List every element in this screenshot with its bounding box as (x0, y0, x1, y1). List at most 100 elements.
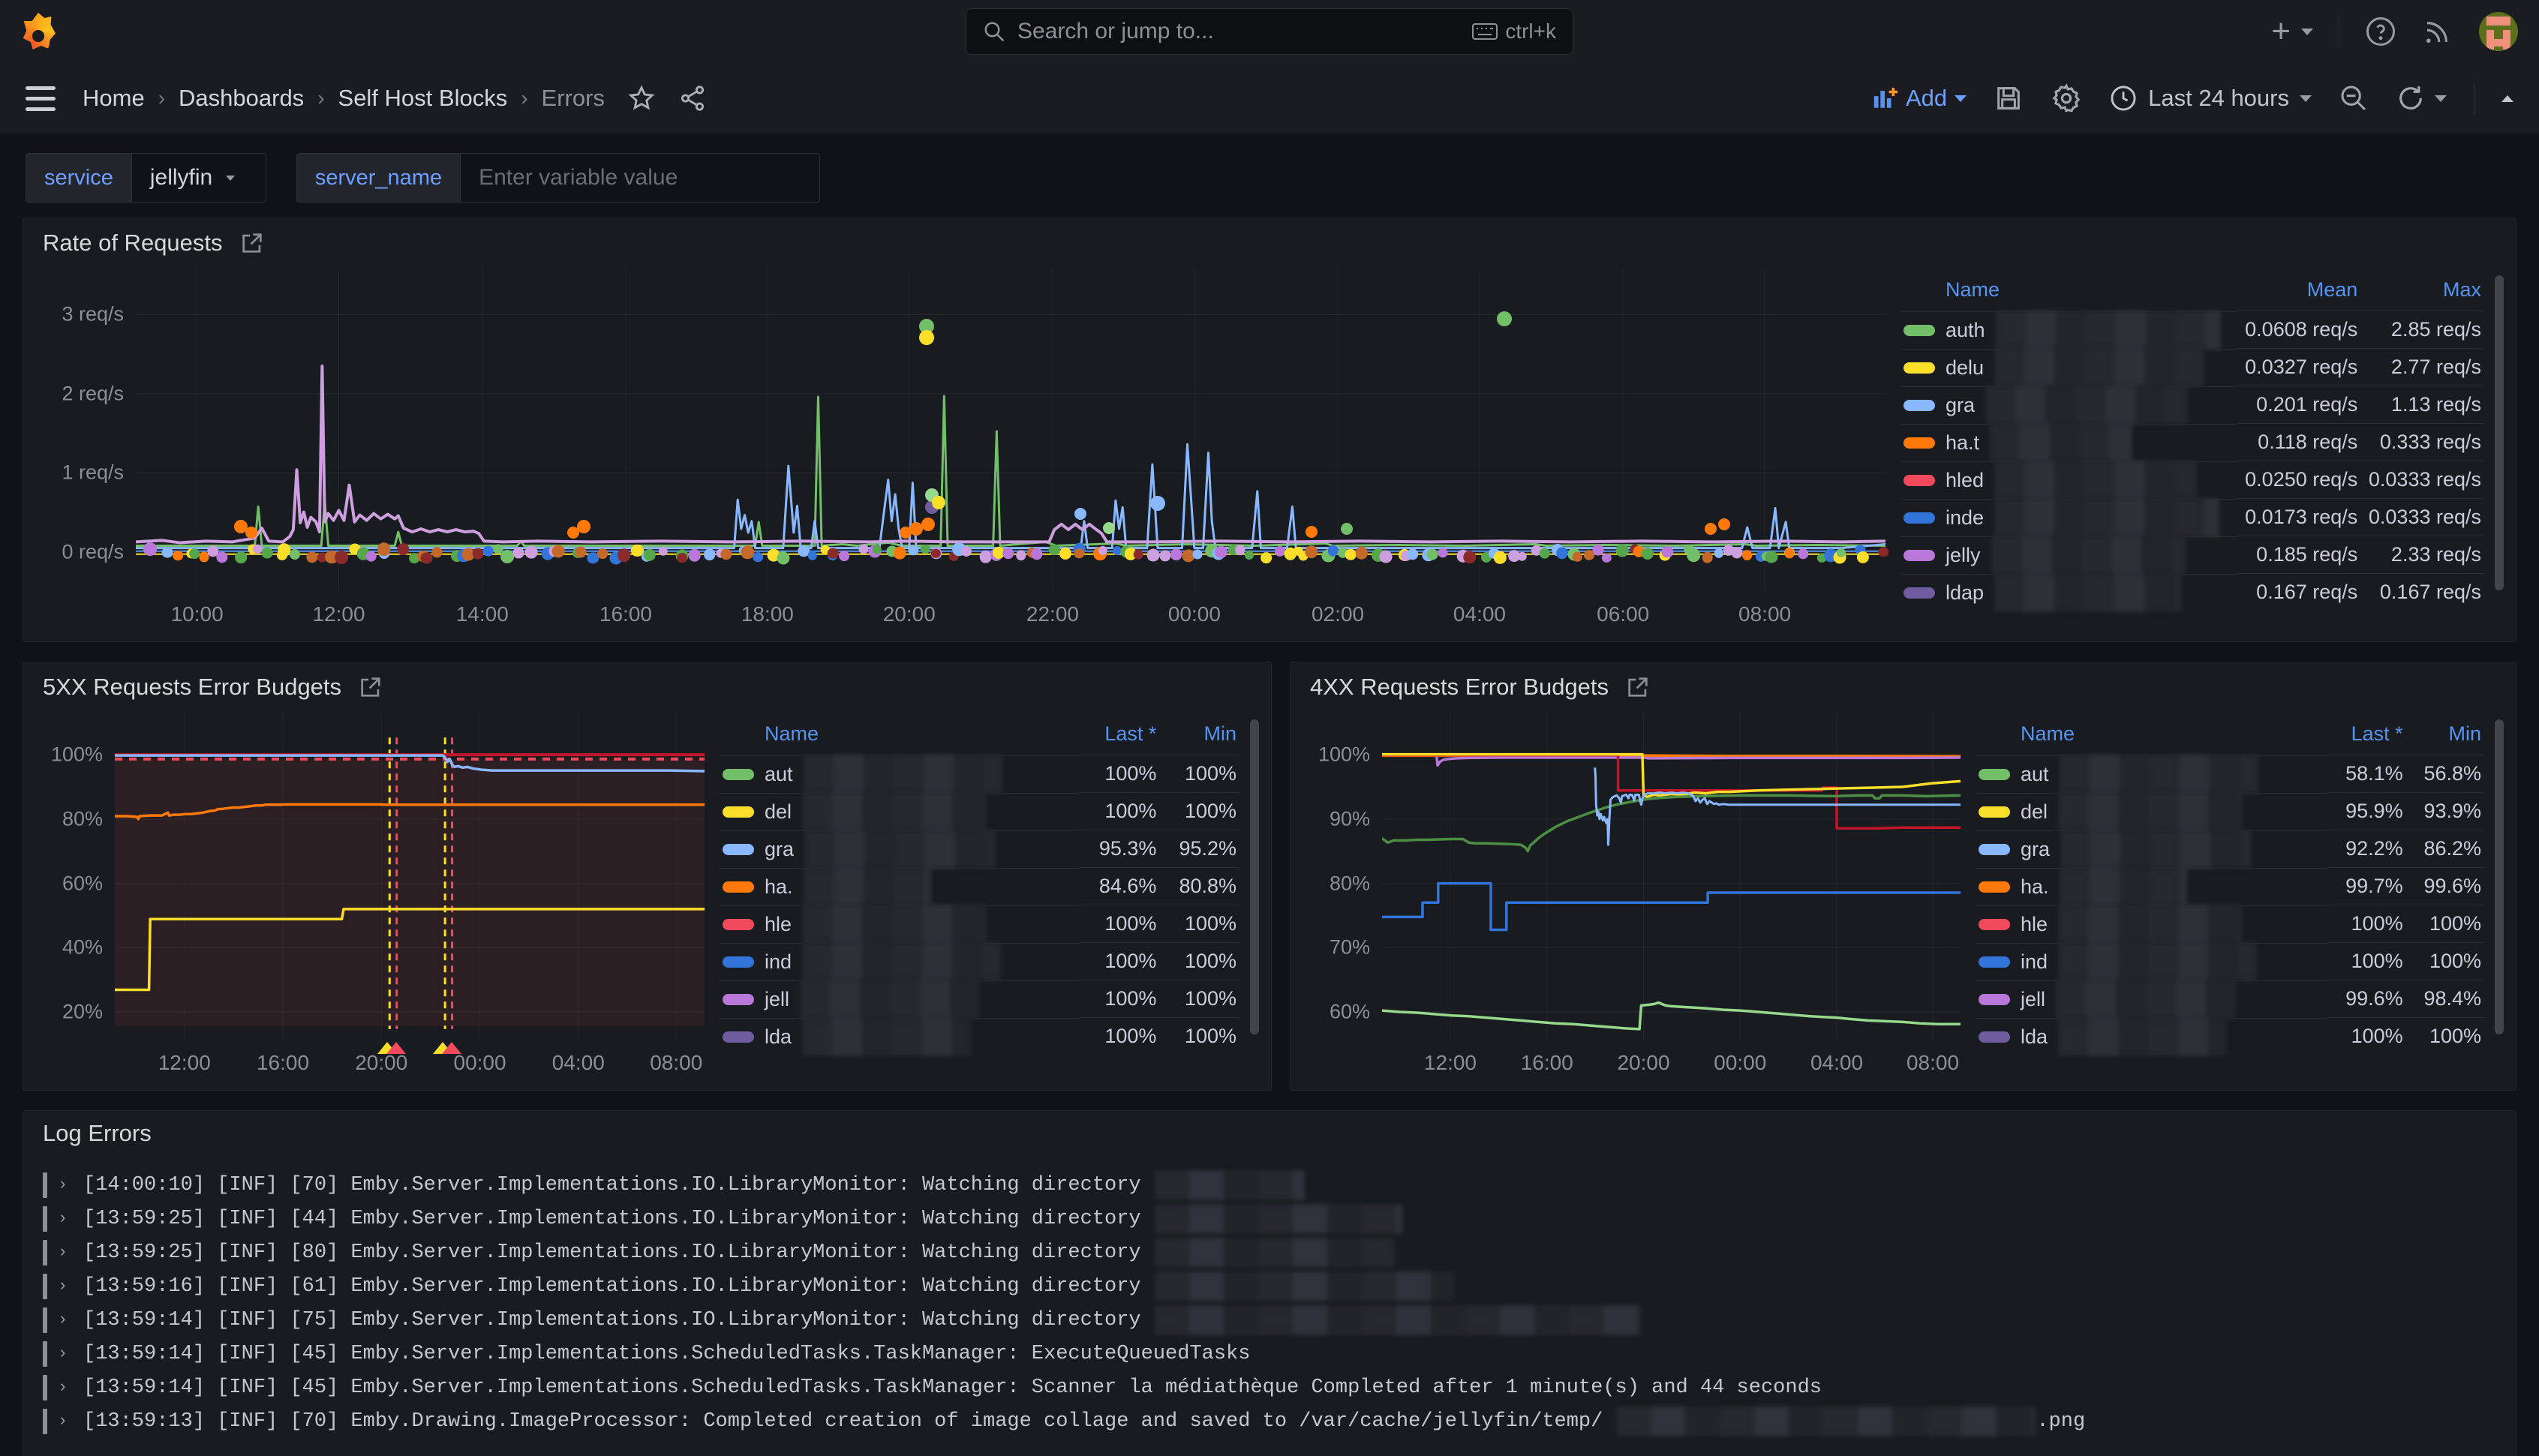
log-row[interactable]: ›[13:59:16] [INF] [61] Emby.Server.Imple… (43, 1269, 2496, 1303)
legend-row[interactable]: hled0.0250 req/s0.0333 req/s (1900, 461, 2484, 499)
save-icon[interactable] (1994, 83, 2024, 113)
expand-log-icon[interactable]: › (58, 1243, 73, 1262)
legend-row[interactable]: auth0.0608 req/s2.85 req/s (1900, 311, 2484, 349)
legend-row[interactable]: gra95.3%95.2% (720, 830, 1239, 868)
settings-gear-icon[interactable] (2051, 83, 2082, 114)
news-icon[interactable] (2422, 16, 2453, 47)
series-name: del (765, 800, 792, 824)
expand-log-icon[interactable]: › (58, 1277, 73, 1295)
grafana-logo[interactable] (21, 13, 56, 50)
help-icon[interactable] (2365, 16, 2396, 47)
plot-area[interactable] (1382, 712, 1961, 1042)
legend-column-header[interactable]: Max (2360, 274, 2484, 311)
log-row[interactable]: ›[13:59:14] [INF] [75] Emby.Server.Imple… (43, 1303, 2496, 1337)
expand-log-icon[interactable]: › (58, 1344, 73, 1363)
legend-row[interactable]: jell100%100% (720, 980, 1239, 1018)
new-button[interactable]: + (2271, 13, 2313, 50)
variable-server-name-input[interactable] (479, 165, 801, 191)
series-color-chip (723, 956, 754, 968)
data-point (597, 548, 608, 559)
data-point (513, 547, 524, 558)
refresh-button[interactable] (2396, 83, 2447, 113)
variable-service-select[interactable]: jellyfin (131, 153, 266, 203)
external-link-icon[interactable] (239, 230, 265, 256)
legend-row[interactable]: del95.9%93.9% (1976, 793, 2484, 830)
legend-row[interactable]: lda100%100% (720, 1018, 1239, 1055)
panel-title[interactable]: Rate of Requests (43, 230, 223, 257)
legend-row[interactable]: ha.t0.118 req/s0.333 req/s (1900, 424, 2484, 461)
log-row[interactable]: ›[13:59:14] [INF] [45] Emby.Server.Imple… (43, 1370, 2496, 1404)
legend-row[interactable]: gra92.2%86.2% (1976, 830, 2484, 868)
add-button[interactable]: Add (1871, 85, 1967, 112)
external-link-icon[interactable] (1625, 674, 1651, 700)
err5xx-chart[interactable]: 100%80%60%40%20%12:0016:0020:0000:0004:0… (31, 712, 705, 1081)
data-point (162, 547, 173, 558)
legend-row[interactable]: aut58.1%56.8% (1976, 755, 2484, 793)
series-name: ha. (2021, 875, 2049, 899)
expand-log-icon[interactable]: › (58, 1310, 73, 1329)
legend-row[interactable]: aut100%100% (720, 755, 1239, 793)
expand-log-icon[interactable]: › (58, 1209, 73, 1228)
plot-area[interactable] (115, 712, 705, 1042)
breadcrumb-folder[interactable]: Self Host Blocks (338, 85, 508, 112)
panel-title[interactable]: Log Errors (43, 1120, 152, 1147)
legend-scrollbar[interactable] (2495, 719, 2504, 1034)
log-row[interactable]: ›[13:59:25] [INF] [80] Emby.Server.Imple… (43, 1235, 2496, 1269)
time-range-picker[interactable]: Last 24 hours (2109, 84, 2312, 113)
legend-scrollbar[interactable] (1250, 719, 1259, 1034)
collapse-toolbar-icon[interactable] (2501, 95, 2513, 102)
panel-title[interactable]: 4XX Requests Error Budgets (1310, 674, 1609, 701)
legend-row[interactable]: delu0.0327 req/s2.77 req/s (1900, 349, 2484, 386)
legend-column-header[interactable]: Name (720, 718, 1080, 755)
legend-value: 0.201 req/s (2237, 386, 2361, 424)
x-tick-label: 22:00 (1026, 602, 1079, 626)
legend-row[interactable]: hle100%100% (1976, 905, 2484, 943)
share-icon[interactable] (678, 84, 707, 113)
panel-title[interactable]: 5XX Requests Error Budgets (43, 674, 341, 701)
user-avatar[interactable] (2479, 12, 2518, 51)
err4xx-chart[interactable]: 100%90%80%70%60%12:0016:0020:0000:0004:0… (1298, 712, 1961, 1081)
log-row[interactable]: ›[14:00:10] [INF] [70] Emby.Server.Imple… (43, 1168, 2496, 1202)
expand-log-icon[interactable]: › (58, 1378, 73, 1397)
log-row[interactable]: ›[13:59:25] [INF] [44] Emby.Server.Imple… (43, 1202, 2496, 1235)
legend-row[interactable]: jelly0.185 req/s2.33 req/s (1900, 536, 2484, 574)
legend-row[interactable]: ha.99.7%99.6% (1976, 868, 2484, 905)
legend-value: 0.0327 req/s (2237, 349, 2361, 386)
expand-log-icon[interactable]: › (58, 1412, 73, 1430)
breadcrumb-home[interactable]: Home (83, 85, 145, 112)
log-row[interactable]: ›[13:59:13] [INF] [70] Emby.Drawing.Imag… (43, 1404, 2496, 1438)
log-level-bar (43, 1206, 47, 1232)
legend-row[interactable]: ldap0.167 req/s0.167 req/s (1900, 574, 2484, 611)
redacted-series-name (1991, 536, 2186, 575)
legend-column-header[interactable]: Min (1159, 718, 1239, 755)
legend-row[interactable]: lda100%100% (1976, 1018, 2484, 1055)
legend-row[interactable]: gra0.201 req/s1.13 req/s (1900, 386, 2484, 424)
plot-area[interactable] (136, 268, 1885, 593)
menu-icon[interactable] (26, 86, 56, 111)
legend-scrollbar[interactable] (2495, 275, 2504, 590)
legend-column-header[interactable]: Min (2406, 718, 2484, 755)
legend-row[interactable]: inde0.0173 req/s0.0333 req/s (1900, 499, 2484, 536)
log-row[interactable]: ›[13:59:14] [INF] [45] Emby.Server.Imple… (43, 1337, 2496, 1370)
breadcrumb-dashboards[interactable]: Dashboards (179, 85, 304, 112)
legend-column-header[interactable]: Last * (1080, 718, 1160, 755)
legend-row[interactable]: jell99.6%98.4% (1976, 980, 2484, 1018)
legend-row[interactable]: ind100%100% (1976, 943, 2484, 980)
legend-row[interactable]: hle100%100% (720, 905, 1239, 943)
legend-column-header[interactable]: Name (1900, 274, 2237, 311)
legend-column-header[interactable]: Last * (2327, 718, 2405, 755)
external-link-icon[interactable] (358, 674, 383, 700)
zoom-out-icon[interactable] (2339, 83, 2369, 113)
legend-row[interactable]: ha.84.6%80.8% (720, 868, 1239, 905)
legend-value: 95.2% (1159, 830, 1239, 868)
search-input[interactable]: Search or jump to... ctrl+k (966, 8, 1573, 55)
expand-log-icon[interactable]: › (58, 1175, 73, 1194)
legend-column-header[interactable]: Mean (2237, 274, 2361, 311)
star-icon[interactable] (627, 84, 656, 113)
rate-chart[interactable]: 3 req/s2 req/s1 req/s0 req/s10:0012:0014… (31, 268, 1885, 632)
legend-row[interactable]: ind100%100% (720, 943, 1239, 980)
variable-service-label: service (26, 153, 131, 203)
legend-row[interactable]: del100%100% (720, 793, 1239, 830)
data-point (1592, 545, 1603, 556)
legend-column-header[interactable]: Name (1976, 718, 2327, 755)
